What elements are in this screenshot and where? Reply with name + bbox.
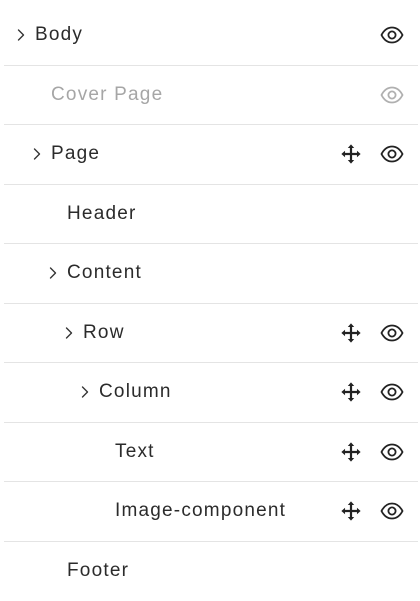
move-arrows-icon[interactable]: [340, 423, 362, 482]
tree-item-label: Body: [35, 6, 83, 65]
eye-icon[interactable]: [380, 423, 404, 482]
chevron-right-icon[interactable]: [80, 363, 90, 422]
tree-item-label: Row: [83, 304, 125, 363]
move-arrows-icon[interactable]: [340, 304, 362, 363]
eye-icon[interactable]: [380, 363, 404, 422]
chevron-right-icon[interactable]: [48, 244, 58, 303]
eye-icon[interactable]: [380, 125, 404, 184]
tree-item-label: Header: [67, 185, 137, 244]
chevron-right-icon[interactable]: [16, 6, 26, 65]
eye-icon[interactable]: [380, 6, 404, 65]
tree-item-label: Text: [115, 423, 155, 482]
move-arrows-icon[interactable]: [340, 125, 362, 184]
tree-item-label: Page: [51, 125, 100, 184]
layer-tree: BodyCover PagePageHeaderContentRowColumn…: [0, 6, 420, 601]
tree-row-cover-page[interactable]: Cover Page: [4, 66, 418, 126]
chevron-right-icon[interactable]: [32, 125, 42, 184]
tree-row-text[interactable]: Text: [4, 423, 418, 483]
tree-row-row[interactable]: Row: [4, 304, 418, 364]
move-arrows-icon[interactable]: [340, 363, 362, 422]
move-arrows-icon[interactable]: [340, 482, 362, 541]
tree-row-footer[interactable]: Footer: [4, 542, 418, 601]
tree-row-content[interactable]: Content: [4, 244, 418, 304]
tree-row-column[interactable]: Column: [4, 363, 418, 423]
tree-row-body[interactable]: Body: [4, 6, 418, 66]
tree-item-label: Cover Page: [51, 66, 163, 125]
tree-row-image-component[interactable]: Image-component: [4, 482, 418, 542]
tree-item-label: Footer: [67, 542, 129, 601]
eye-icon[interactable]: [380, 482, 404, 541]
chevron-right-icon[interactable]: [64, 304, 74, 363]
tree-row-page[interactable]: Page: [4, 125, 418, 185]
tree-row-header[interactable]: Header: [4, 185, 418, 245]
tree-item-label: Column: [99, 363, 172, 422]
eye-icon[interactable]: [380, 304, 404, 363]
eye-icon[interactable]: [380, 66, 404, 125]
tree-item-label: Image-component: [115, 482, 286, 541]
tree-item-label: Content: [67, 244, 142, 303]
